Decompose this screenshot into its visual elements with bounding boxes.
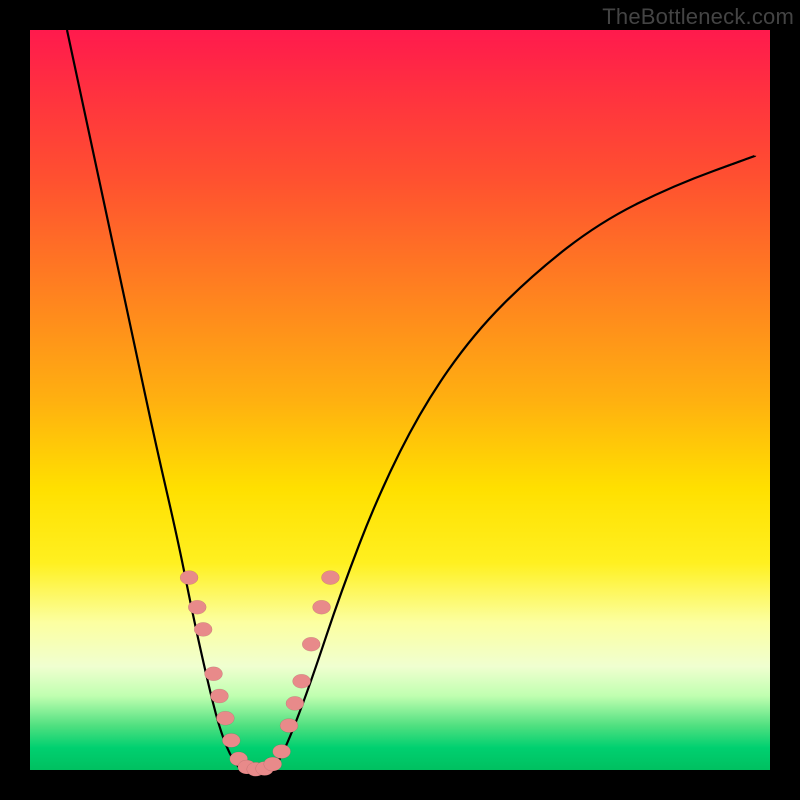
curve-right-branch: [274, 156, 755, 770]
marker-bead: [313, 600, 331, 614]
marker-bead: [293, 674, 311, 688]
marker-bead: [286, 696, 304, 710]
marker-group: [180, 571, 339, 777]
marker-bead: [194, 622, 212, 636]
marker-bead: [210, 689, 228, 703]
marker-bead: [273, 745, 291, 759]
marker-bead: [180, 571, 198, 585]
marker-bead: [216, 711, 234, 725]
marker-bead: [205, 667, 223, 681]
curve-left-branch: [67, 30, 241, 770]
watermark-text: TheBottleneck.com: [602, 4, 794, 30]
marker-bead: [222, 733, 240, 747]
chart-svg: [30, 30, 770, 770]
marker-bead: [302, 637, 320, 651]
marker-bead: [280, 719, 298, 733]
marker-bead: [188, 600, 206, 614]
marker-bead: [321, 571, 339, 585]
marker-bead: [264, 757, 282, 771]
